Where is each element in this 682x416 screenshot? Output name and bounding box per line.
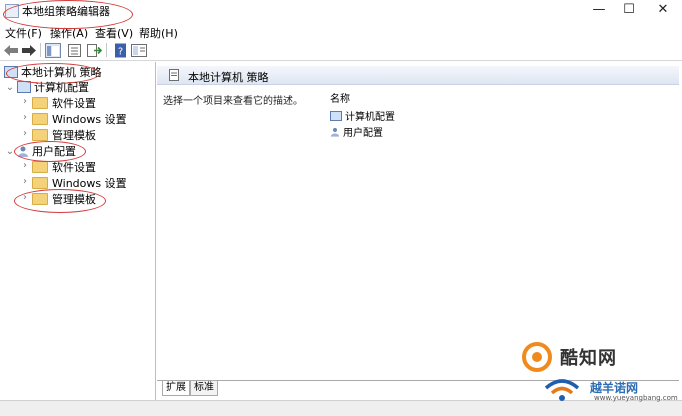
menu-file[interactable]: 文件(F) (5, 25, 42, 41)
folder-icon (32, 177, 48, 189)
close-button[interactable]: ✕ (648, 0, 678, 22)
list-item-computer-config[interactable]: 计算机配置 (330, 108, 395, 123)
policy-document-icon (169, 69, 179, 81)
folder-icon (32, 113, 48, 125)
maximize-button[interactable]: ☐ (614, 0, 644, 22)
toolbar-separator (106, 43, 107, 57)
tree-item-software-settings[interactable]: 软件设置 (32, 160, 96, 176)
export-list-icon[interactable] (86, 43, 102, 58)
folder-icon (32, 129, 48, 141)
annotation-ellipse (14, 189, 106, 213)
annotation-ellipse (6, 63, 100, 84)
folder-icon (32, 161, 48, 173)
annotation-ellipse (3, 0, 133, 29)
tree-item-label: 软件设置 (52, 161, 96, 174)
chevron-right-icon[interactable]: › (20, 160, 30, 171)
tab-standard[interactable]: 标准 (190, 381, 218, 396)
annotation-ellipse (14, 141, 86, 162)
chevron-down-icon[interactable]: ⌄ (5, 82, 15, 93)
list-item-user-config[interactable]: 用户配置 (330, 124, 383, 139)
watermark-wifi-icon (544, 379, 580, 401)
chevron-right-icon[interactable]: › (20, 96, 30, 107)
properties-icon[interactable] (67, 43, 83, 58)
list-item-label: 用户配置 (343, 128, 383, 139)
forward-arrow-icon[interactable] (21, 43, 37, 58)
back-arrow-icon[interactable] (3, 43, 19, 58)
folder-icon (32, 97, 48, 109)
chevron-right-icon[interactable]: › (20, 176, 30, 187)
toolbar-separator (40, 43, 41, 57)
details-title: 本地计算机 策略 (188, 71, 269, 84)
details-pane (157, 62, 679, 380)
chevron-right-icon[interactable]: › (20, 128, 30, 139)
toolbar (0, 40, 682, 61)
watermark-brand: 酷知网 (560, 348, 617, 369)
tree-item-label: Windows 设置 (52, 113, 127, 126)
tree-item-windows-settings[interactable]: Windows 设置 (32, 112, 127, 128)
tree-item-label: 软件设置 (52, 97, 96, 110)
column-header-name[interactable]: 名称 (330, 90, 350, 105)
watermark-url: www.yueyangbang.com (594, 394, 678, 402)
tab-extended[interactable]: 扩展 (162, 381, 190, 396)
tree-item-software-settings[interactable]: 软件设置 (32, 96, 96, 112)
tree-item-label: 管理模板 (52, 129, 96, 142)
show-hide-tree-icon[interactable] (45, 43, 61, 58)
minimize-button[interactable]: — (584, 0, 614, 22)
description-text: 选择一个项目来查看它的描述。 (163, 96, 303, 107)
svg-text:?: ? (118, 47, 123, 58)
menu-help[interactable]: 帮助(H) (139, 25, 178, 41)
computer-icon (17, 81, 31, 93)
user-icon (330, 127, 340, 137)
show-pane-icon[interactable] (131, 43, 147, 58)
list-item-label: 计算机配置 (345, 112, 395, 123)
watermark-logo-icon (522, 342, 552, 372)
menu-view[interactable]: 查看(V) (95, 25, 133, 41)
help-icon[interactable]: ? (113, 43, 129, 58)
chevron-right-icon[interactable]: › (20, 112, 30, 123)
computer-icon (330, 111, 342, 121)
